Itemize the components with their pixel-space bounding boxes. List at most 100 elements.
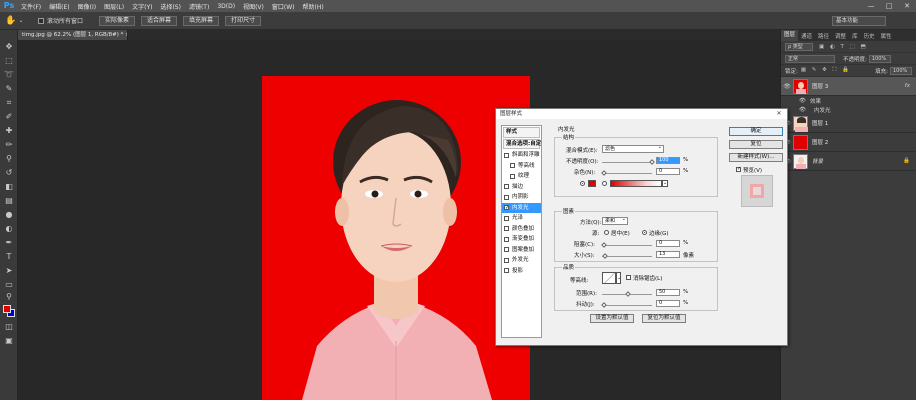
layer-name[interactable]: 图层 3 [812, 82, 828, 90]
fit-screen-button[interactable]: 适合屏幕 [141, 15, 178, 26]
style-checkbox[interactable] [510, 163, 515, 169]
layer-name[interactable]: 背景 [812, 157, 823, 165]
document-tab[interactable]: timg.jpg @ 62.2% (图层 1, RGB/8#) * × [18, 30, 128, 40]
noise-value-input[interactable]: 0 [656, 168, 680, 175]
opacity-value-input[interactable]: 100 [656, 157, 680, 164]
style-item-pattern-overlay[interactable]: 图案叠加 [502, 245, 541, 256]
shape-tool-icon[interactable]: ▭ [4, 280, 14, 290]
tab-libraries[interactable]: 库 [849, 32, 861, 40]
hand-tool-icon[interactable]: ✋ [4, 16, 18, 26]
lock-icons[interactable]: ▦ ✎ ✥ ⛶ 🔒 [801, 67, 851, 74]
healing-brush-tool-icon[interactable]: ✚ [4, 126, 14, 136]
filter-icons[interactable]: ▣ ◐ T ⬚ ⬒ [819, 44, 868, 50]
effects-row[interactable]: 👁 效果 [781, 96, 916, 105]
size-value-input[interactable]: 13 [656, 251, 680, 258]
zoom-tool-icon[interactable]: ⚲ [4, 292, 14, 302]
menu-select[interactable]: 选择(S) [157, 2, 184, 11]
style-item-bevel-emboss[interactable]: 斜面和浮雕 [502, 150, 541, 161]
maximize-button[interactable]: □ [880, 0, 898, 12]
menu-3d[interactable]: 3D(D) [214, 3, 238, 10]
menu-window[interactable]: 窗口(W) [269, 2, 298, 11]
style-item-satin[interactable]: 光泽 [502, 213, 541, 224]
layer-row[interactable]: 👁 图层 1 [781, 114, 916, 133]
visibility-eye-icon[interactable]: 👁 [781, 83, 793, 90]
jitter-slider[interactable] [601, 302, 652, 308]
reset-button[interactable]: 复位 [729, 140, 783, 149]
close-button[interactable]: ✕ [898, 0, 916, 12]
portrait-photo[interactable] [262, 76, 530, 400]
style-checkbox[interactable] [504, 247, 509, 253]
menu-image[interactable]: 图像(I) [75, 2, 99, 11]
style-item-contour[interactable]: 等高线 [502, 161, 541, 172]
style-checkbox[interactable] [504, 268, 509, 274]
new-style-button[interactable]: 新建样式(W)... [729, 153, 783, 162]
style-item-stroke[interactable]: 描边 [502, 182, 541, 193]
eye-icon[interactable]: 👁 [799, 107, 806, 113]
kind-filter-select[interactable]: ρ 类型 [785, 42, 813, 51]
style-item-color-overlay[interactable]: 颜色叠加 [502, 224, 541, 235]
dodge-tool-icon[interactable]: ◐ [4, 224, 14, 234]
style-checkbox[interactable] [504, 215, 509, 221]
menu-edit[interactable]: 编辑(E) [46, 2, 72, 11]
style-checkbox[interactable] [504, 194, 509, 200]
gradient-dropdown-icon[interactable]: ⌄ [662, 180, 668, 187]
style-checkbox[interactable] [504, 152, 509, 158]
menu-type[interactable]: 文字(Y) [129, 2, 155, 11]
glow-color-swatch[interactable] [588, 180, 596, 187]
make-default-button[interactable]: 设置为默认值 [590, 314, 634, 323]
quick-mask-icon[interactable]: ◫ [4, 322, 14, 332]
dialog-close-icon[interactable]: ✕ [773, 109, 785, 119]
style-item-texture[interactable]: 纹理 [502, 171, 541, 182]
layer-row[interactable]: 👁 背景 🔒 [781, 152, 916, 171]
layer-row[interactable]: 👁 图层 3 fx [781, 77, 916, 96]
style-item-styles[interactable]: 样式 [503, 127, 540, 138]
marquee-tool-icon[interactable]: ⬚ [4, 56, 14, 66]
workspace-select[interactable]: 基本功能 [832, 15, 886, 26]
style-checkbox[interactable] [510, 173, 515, 179]
style-checkbox[interactable] [504, 226, 509, 232]
solid-color-radio[interactable] [580, 181, 585, 186]
tab-history[interactable]: 历史 [861, 32, 878, 40]
reset-to-default-button[interactable]: 复位为默认值 [642, 314, 686, 323]
blur-tool-icon[interactable]: ● [4, 210, 14, 220]
choke-slider[interactable] [601, 242, 652, 248]
tab-paths[interactable]: 路径 [815, 32, 832, 40]
eyedropper-tool-icon[interactable]: ✐ [4, 112, 14, 122]
layer-name[interactable]: 图层 1 [812, 119, 828, 127]
style-item-drop-shadow[interactable]: 投影 [502, 266, 541, 277]
style-item-inner-glow[interactable]: ✓ 内发光 [502, 202, 541, 213]
style-checkbox[interactable] [504, 184, 509, 190]
clone-stamp-tool-icon[interactable]: ⚲ [4, 154, 14, 164]
style-item-gradient-overlay[interactable]: 渐变叠加 [502, 234, 541, 245]
technique-select[interactable]: 柔和 [602, 216, 628, 225]
lasso-tool-icon[interactable]: ➰ [4, 70, 14, 80]
crop-tool-icon[interactable]: ⌗ [4, 98, 14, 108]
ok-button[interactable]: 确定 [729, 127, 783, 136]
menu-file[interactable]: 文件(F) [18, 2, 44, 11]
layer-row[interactable]: 👁 图层 2 [781, 133, 916, 152]
opacity-input[interactable]: 100% [868, 54, 891, 63]
choke-value-input[interactable]: 0 [656, 240, 680, 247]
opacity-slider[interactable] [602, 159, 655, 165]
screen-mode-icon[interactable]: ▣ [4, 336, 14, 346]
blend-mode-select[interactable]: 滤色 [602, 144, 664, 153]
range-value-input[interactable]: 50 [656, 289, 680, 296]
style-item-inner-shadow[interactable]: 内阴影 [502, 192, 541, 203]
history-brush-tool-icon[interactable]: ↺ [4, 168, 14, 178]
preview-checkbox[interactable]: ✓ [736, 166, 741, 172]
menu-view[interactable]: 视图(V) [240, 2, 267, 11]
scroll-all-windows-checkbox[interactable]: 滚动所有窗口 [38, 16, 83, 25]
source-center-radio[interactable] [604, 230, 609, 235]
layer-fx-badge[interactable]: fx [905, 83, 910, 89]
fill-input[interactable]: 100% [890, 66, 912, 75]
style-item-outer-glow[interactable]: 外发光 [502, 255, 541, 266]
style-checkbox-checked[interactable]: ✓ [504, 205, 509, 211]
style-checkbox[interactable] [504, 236, 509, 242]
actual-pixels-button[interactable]: 实际像素 [99, 15, 136, 26]
chevron-down-icon[interactable]: ⌄ [18, 17, 24, 24]
foreground-color-swatch[interactable] [3, 305, 11, 313]
print-size-button[interactable]: 打印尺寸 [225, 15, 262, 26]
tab-channels[interactable]: 通道 [798, 32, 815, 40]
style-checkbox[interactable] [504, 257, 509, 263]
gradient-tool-icon[interactable]: ▤ [4, 196, 14, 206]
